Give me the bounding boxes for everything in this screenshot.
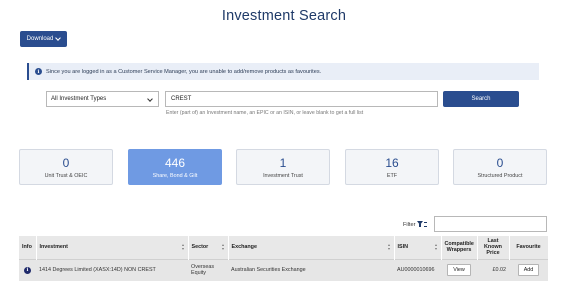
cell-favourite: Add bbox=[509, 258, 548, 281]
results-table: Info Investment Sector Exchange ISIN Com… bbox=[19, 236, 549, 281]
column-header-investment[interactable]: Investment bbox=[36, 236, 189, 259]
column-header-label: Sector bbox=[191, 244, 209, 251]
info-notice: i Since you are logged in as a Customer … bbox=[27, 63, 539, 80]
sort-icon bbox=[387, 244, 391, 251]
filter-input[interactable] bbox=[434, 216, 547, 232]
tile-etf[interactable]: 16 ETF bbox=[345, 149, 439, 185]
search-input[interactable]: CREST bbox=[165, 91, 438, 107]
chevron-down-icon bbox=[147, 96, 153, 102]
tile-label: Share, Bond & Gilt bbox=[152, 173, 198, 179]
investment-type-selected: All Investment Types bbox=[51, 96, 107, 102]
search-input-value: CREST bbox=[171, 96, 192, 102]
tile-structured-product[interactable]: 0 Structured Product bbox=[453, 149, 547, 185]
row-info-cell[interactable]: i bbox=[19, 258, 36, 281]
page-title: Investment Search bbox=[221, 8, 347, 24]
column-header-label: ISIN bbox=[397, 244, 408, 251]
info-icon: i bbox=[35, 68, 42, 75]
tile-label: Unit Trust & OEIC bbox=[44, 173, 88, 179]
tile-investment-trust[interactable]: 1 Investment Trust bbox=[236, 149, 330, 185]
sort-icon bbox=[181, 244, 185, 251]
tile-unit-trust-oeic[interactable]: 0 Unit Trust & OEIC bbox=[19, 149, 113, 185]
cell-compatible-wrappers: View bbox=[441, 258, 477, 281]
column-header-isin[interactable]: ISIN bbox=[394, 236, 442, 259]
sort-icon bbox=[434, 244, 438, 251]
search-hint: Enter (part of) an Investment name, an E… bbox=[166, 110, 364, 116]
column-header-sector[interactable]: Sector bbox=[188, 236, 229, 259]
notice-text: Since you are logged in as a Customer Se… bbox=[46, 68, 322, 75]
filter-icon bbox=[417, 221, 428, 228]
search-button[interactable]: Search bbox=[443, 91, 519, 107]
tile-label: Investment Trust bbox=[263, 173, 303, 179]
cell-exchange: Australian Securities Exchange bbox=[228, 258, 394, 281]
table-header-row: Info Investment Sector Exchange ISIN Com… bbox=[19, 236, 549, 259]
column-header-exchange[interactable]: Exchange bbox=[228, 236, 395, 259]
column-header-label: Exchange bbox=[231, 244, 257, 251]
filter-label: Filter bbox=[403, 221, 416, 228]
tile-label: ETF bbox=[386, 173, 398, 179]
download-button[interactable]: Download bbox=[20, 31, 67, 47]
cell-last-known-price: £0.02 bbox=[477, 258, 509, 281]
tile-count: 0 bbox=[62, 156, 70, 170]
tile-count: 446 bbox=[164, 156, 186, 170]
tile-count: 1 bbox=[279, 156, 287, 170]
sort-icon bbox=[221, 244, 225, 251]
info-icon[interactable]: i bbox=[24, 266, 31, 274]
chevron-down-icon bbox=[55, 35, 62, 41]
tile-share-bond-gilt[interactable]: 446 Share, Bond & Gilt bbox=[128, 149, 222, 185]
cell-investment: 1414 Degrees Limited (XASX:14D) NON CRES… bbox=[36, 258, 188, 281]
cell-isin: AU0000010696 bbox=[394, 258, 441, 281]
download-button-label: Download bbox=[26, 36, 54, 42]
tile-label: Structured Product bbox=[477, 173, 523, 179]
filter-label-group: Filter bbox=[403, 221, 428, 228]
column-header-compatible-wrappers: Compatible Wrappers bbox=[441, 236, 478, 259]
tile-count: 0 bbox=[496, 156, 504, 170]
column-header-last-known-price: Last Known Price bbox=[477, 236, 510, 259]
tile-count: 16 bbox=[385, 156, 399, 170]
investment-type-select[interactable]: All Investment Types bbox=[46, 91, 159, 107]
table-row: i 1414 Degrees Limited (XASX:14D) NON CR… bbox=[19, 258, 548, 281]
column-header-info: Info bbox=[19, 236, 37, 259]
cell-sector: Overseas Equity bbox=[188, 258, 228, 281]
view-wrappers-button[interactable]: View bbox=[447, 264, 471, 277]
column-header-label: Investment bbox=[39, 244, 68, 251]
column-header-favourite: Favourite bbox=[509, 236, 549, 259]
add-favourite-button[interactable]: Add bbox=[517, 264, 540, 277]
